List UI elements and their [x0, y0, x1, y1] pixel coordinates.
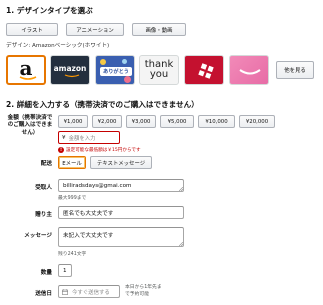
- send-date-note-line2: で予約可能: [125, 292, 149, 297]
- quantity-input[interactable]: 1: [58, 264, 72, 277]
- see-more-button[interactable]: 他を見る: [276, 61, 314, 79]
- amount-input-placeholder: 金額を入力: [68, 135, 96, 142]
- calendar-icon: [62, 288, 68, 295]
- amazon-smile-icon: [19, 76, 37, 80]
- smile-icon: [239, 69, 261, 75]
- delivery-sms-button[interactable]: テキストメッセージ: [90, 156, 152, 169]
- arigatou-text: ありがとう: [100, 67, 132, 76]
- send-date-note-line1: 本日から1年先ま: [125, 285, 162, 290]
- error-icon: !: [58, 147, 64, 153]
- thank-you-text: thank you: [144, 59, 174, 80]
- send-date-placeholder: 今すぐ送信する: [72, 289, 110, 296]
- message-textarea[interactable]: 未記入で大丈夫です: [58, 227, 184, 247]
- currency-symbol: ¥: [62, 134, 66, 141]
- delivery-label: 配送: [40, 161, 52, 167]
- type-button-animation[interactable]: アニメーション: [66, 23, 124, 36]
- design-card-pink-smile[interactable]: [229, 55, 269, 85]
- sender-input[interactable]: 匿名でも大丈夫です: [58, 206, 184, 219]
- quantity-label: 数量: [40, 270, 52, 276]
- gift-box-icon: [198, 63, 214, 79]
- design-card-gift-box[interactable]: [184, 55, 224, 85]
- decoration-dot-icon: [100, 59, 106, 65]
- section1-title: 1. デザインタイプを選ぶ: [6, 6, 93, 15]
- resize-handle-icon[interactable]: [179, 242, 183, 246]
- design-card-arigatou[interactable]: ありがとう: [95, 55, 135, 85]
- design-card-thank-you[interactable]: thank you: [139, 55, 179, 85]
- amount-label: 金額（携帯決済でのご購入はできません）: [7, 115, 53, 136]
- recipient-label: 受取人: [35, 185, 52, 191]
- sender-label: 贈り主: [35, 212, 52, 218]
- decoration-dot-icon: [124, 76, 131, 83]
- amazon-a-logo: a: [19, 56, 33, 80]
- amount-preset-20000[interactable]: ¥20,000: [239, 115, 275, 128]
- design-card-amazon-white[interactable]: a: [6, 55, 46, 85]
- message-label: メッセージ: [24, 233, 52, 239]
- resize-handle-icon[interactable]: [179, 187, 183, 191]
- amount-preset-2000[interactable]: ¥2,000: [92, 115, 122, 128]
- send-date-label: 送信日: [35, 291, 52, 297]
- send-date-note: 本日から1年先ま で予約可能: [125, 284, 162, 298]
- type-button-image-video[interactable]: 画像・動画: [132, 23, 186, 36]
- delivery-email-button[interactable]: Eメール: [58, 156, 86, 169]
- amount-preset-10000[interactable]: ¥10,000: [198, 115, 235, 128]
- recipient-input[interactable]: billiradsdays@gmai.com: [58, 179, 184, 192]
- amount-error-text: 設定可能な最低額は￥15円からです: [66, 148, 141, 153]
- section2-title: 2. 詳細を入力する（携帯決済でのご購入はできません）: [6, 100, 199, 109]
- selected-design-label: デザイン: Amazonベーシック(ホワイト): [6, 43, 110, 49]
- send-date-input[interactable]: 今すぐ送信する: [58, 285, 120, 298]
- decoration-dot-icon: [122, 59, 127, 64]
- type-button-illustration[interactable]: イラスト: [6, 23, 58, 36]
- recipient-hint: 最大999まで: [58, 196, 87, 201]
- amazon-smile-icon: [64, 74, 80, 78]
- design-card-amazon-black[interactable]: amazon: [50, 55, 90, 85]
- message-hint: 残り241文字: [58, 252, 87, 257]
- amount-preset-3000[interactable]: ¥3,000: [126, 115, 156, 128]
- amazon-wordmark: amazon: [53, 64, 87, 73]
- amount-error: ! 設定可能な最低額は￥15円からです: [58, 147, 141, 153]
- amount-preset-5000[interactable]: ¥5,000: [160, 115, 194, 128]
- amount-preset-1000[interactable]: ¥1,000: [58, 115, 88, 128]
- amount-input[interactable]: ¥ 金額を入力: [58, 131, 120, 144]
